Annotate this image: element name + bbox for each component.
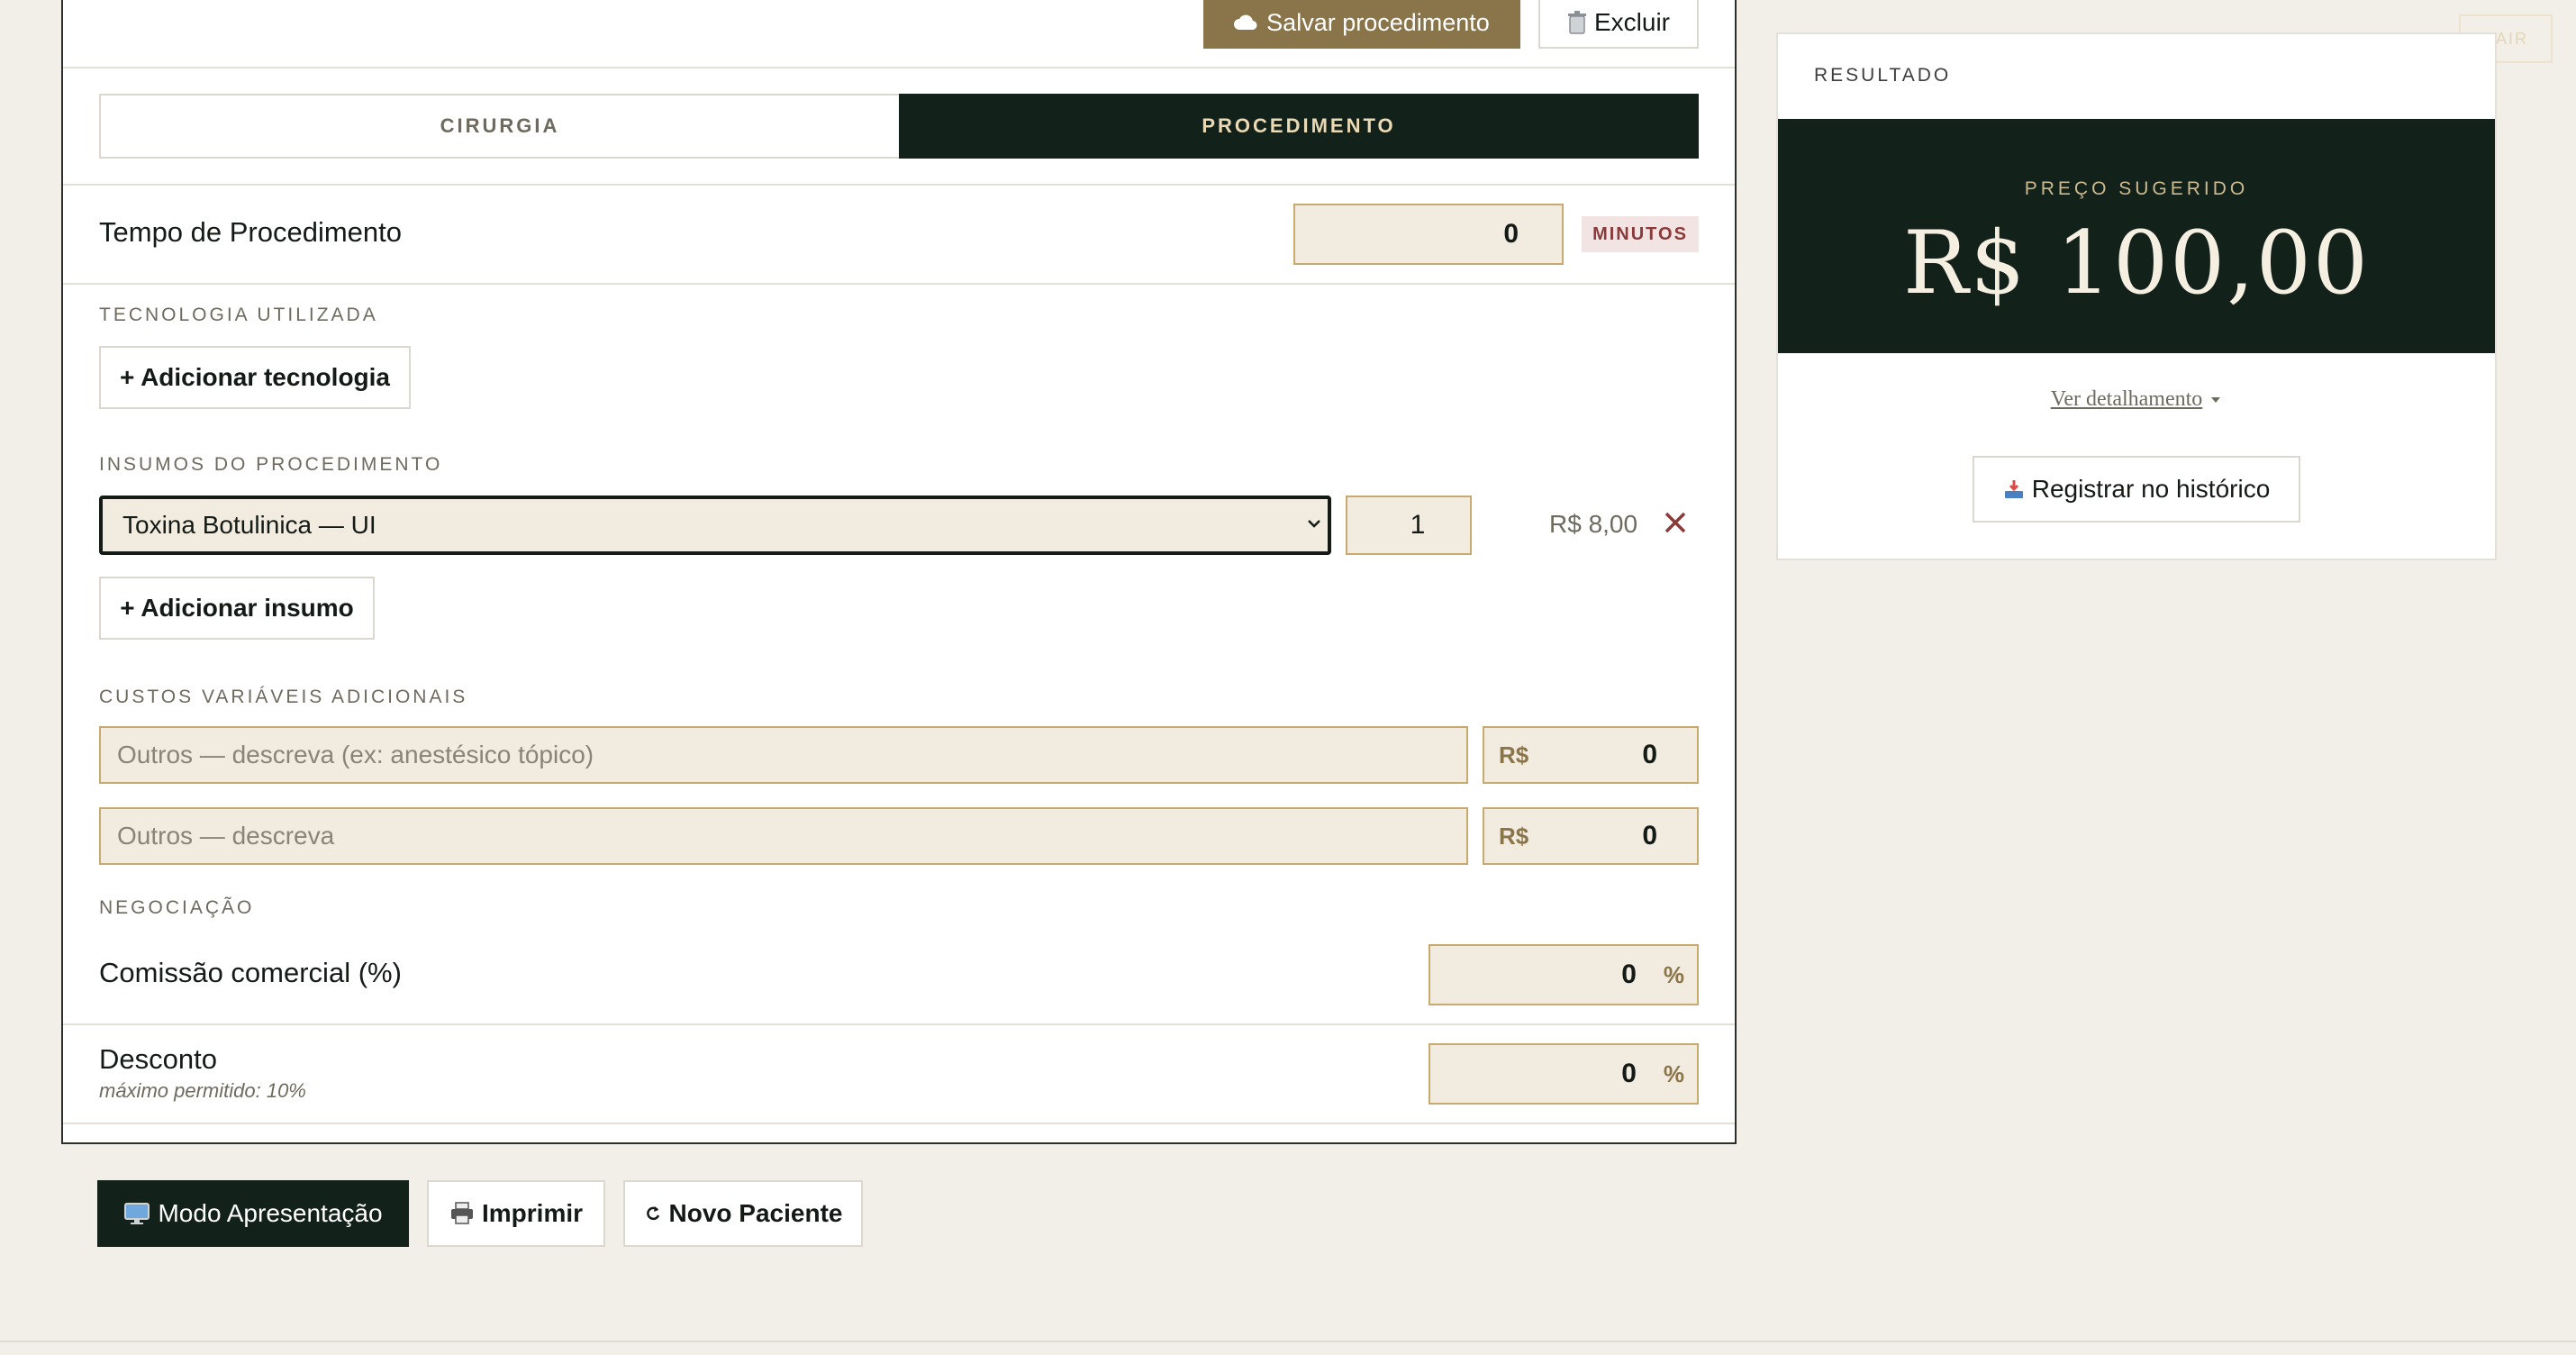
currency-label: R$ <box>1499 822 1529 850</box>
comissao-input[interactable]: 0 % <box>1429 944 1699 1005</box>
register-history-button[interactable]: Registrar no histórico <box>1973 456 2300 523</box>
tempo-label: Tempo de Procedimento <box>99 216 403 248</box>
negociacao-section-title: NEGOCIAÇÃO <box>99 897 255 918</box>
add-insumo-button[interactable]: + Adicionar insumo <box>99 577 375 640</box>
new-patient-button[interactable]: Novo Paciente <box>623 1180 863 1247</box>
desconto-value: 0 <box>1621 1059 1637 1088</box>
comissao-value: 0 <box>1621 959 1637 989</box>
refresh-icon <box>644 1205 662 1223</box>
divider <box>63 184 1735 186</box>
caret-down-icon <box>2209 396 2222 405</box>
comissao-label: Comissão comercial (%) <box>99 957 402 988</box>
custo-description-input[interactable]: Outros — descreva <box>99 807 1468 865</box>
details-link-label: Ver detalhamento <box>2050 387 2203 411</box>
close-icon[interactable] <box>1663 510 1688 535</box>
insumo-select-value: Toxina Botulinica — UI <box>122 511 376 539</box>
insumo-quantity-input[interactable]: 1 <box>1346 496 1472 555</box>
desconto-input[interactable]: 0 % <box>1429 1043 1699 1105</box>
suggested-price-label: PREÇO SUGERIDO <box>2024 178 2249 199</box>
custo-value-input[interactable]: R$ 0 <box>1483 726 1699 784</box>
currency-label: R$ <box>1499 741 1529 768</box>
delete-button[interactable]: Excluir <box>1538 0 1699 49</box>
result-title: RESULTADO <box>1814 65 1952 86</box>
presentation-label: Modo Apresentação <box>158 1199 383 1227</box>
tecnologia-section-title: TECNOLOGIA UTILIZADA <box>99 305 378 325</box>
insumo-select[interactable]: Toxina Botulinica — UI <box>99 496 1331 555</box>
suggested-price-panel: PREÇO SUGERIDO R$ 100,00 <box>1778 119 2495 353</box>
divider <box>63 67 1735 68</box>
divider <box>63 283 1735 285</box>
custo-description-input[interactable]: Outros — descreva (ex: anestésico tópico… <box>99 726 1468 784</box>
insumos-section-title: INSUMOS DO PROCEDIMENTO <box>99 454 443 475</box>
inbox-tray-icon <box>2003 478 2025 500</box>
print-label: Imprimir <box>481 1199 584 1227</box>
tab-cirurgia[interactable]: CIRURGIA <box>99 94 899 159</box>
save-procedure-button[interactable]: Salvar procedimento <box>1203 0 1520 49</box>
insumo-price: R$ 8,00 <box>1549 510 1638 538</box>
monitor-icon <box>123 1202 150 1225</box>
register-label: Registrar no histórico <box>2031 475 2271 503</box>
divider <box>63 1023 1735 1025</box>
chevron-down-icon <box>1306 517 1322 530</box>
save-label: Salvar procedimento <box>1266 8 1490 36</box>
percent-symbol: % <box>1663 1059 1684 1087</box>
trash-icon <box>1567 11 1587 34</box>
custo-value: 0 <box>1642 740 1657 769</box>
custo-value: 0 <box>1642 821 1657 850</box>
suggested-price-value: R$ 100,00 <box>1903 213 2370 314</box>
new-patient-label: Novo Paciente <box>668 1199 843 1227</box>
presentation-mode-button[interactable]: Modo Apresentação <box>97 1180 409 1247</box>
print-button[interactable]: Imprimir <box>427 1180 605 1247</box>
divider <box>63 1123 1735 1124</box>
footer-divider <box>0 1341 2576 1342</box>
desconto-label: Desconto <box>99 1043 217 1075</box>
percent-symbol: % <box>1663 960 1684 988</box>
custo-description-placeholder: Outros — descreva <box>117 822 335 850</box>
add-technology-button[interactable]: + Adicionar tecnologia <box>99 346 411 409</box>
tempo-input[interactable]: 0 <box>1293 204 1564 265</box>
tab-procedimento[interactable]: PROCEDIMENTO <box>899 94 1699 159</box>
printer-icon <box>449 1202 475 1225</box>
desconto-hint: máximo permitido: 10% <box>99 1079 306 1102</box>
custo-value-input[interactable]: R$ 0 <box>1483 807 1699 865</box>
custo-description-placeholder: Outros — descreva (ex: anestésico tópico… <box>117 741 594 768</box>
delete-label: Excluir <box>1593 8 1670 36</box>
custos-section-title: CUSTOS VARIÁVEIS ADICIONAIS <box>99 687 468 707</box>
cloud-icon <box>1234 14 1257 32</box>
minutos-badge: MINUTOS <box>1582 216 1699 252</box>
details-link[interactable]: Ver detalhamento <box>1778 387 2495 412</box>
